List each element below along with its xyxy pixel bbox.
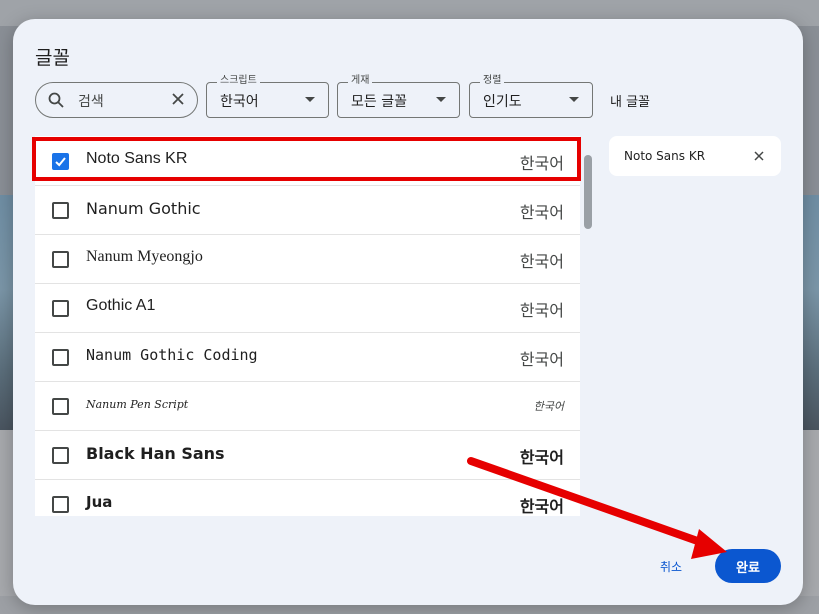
font-list-scrollbar[interactable]: [584, 155, 592, 229]
font-checkbox[interactable]: [52, 202, 69, 219]
chevron-down-icon: [569, 97, 579, 102]
font-language: 한국어: [519, 203, 564, 222]
font-checkbox[interactable]: [52, 398, 69, 415]
chevron-down-icon: [436, 97, 446, 102]
font-row-gothic-a1[interactable]: Gothic A1 한국어: [35, 283, 580, 333]
font-language: 한국어: [519, 497, 564, 516]
font-name: Jua: [86, 493, 113, 511]
font-name: Nanum Gothic Coding: [86, 346, 258, 364]
selected-font-name: Noto Sans KR: [624, 149, 706, 163]
font-name: Nanum Myeongjo: [86, 248, 203, 265]
font-checkbox[interactable]: [52, 251, 69, 268]
published-select-value: 모든 글꼴: [351, 94, 407, 110]
selection-highlight-annotation: [32, 137, 581, 181]
done-button[interactable]: 완료: [715, 549, 781, 583]
font-language: 한국어: [519, 301, 564, 320]
dialog-title: 글꼴: [35, 47, 70, 69]
font-name: Nanum Pen Script: [86, 398, 189, 411]
font-list: Noto Sans KR 한국어 Nanum Gothic 한국어 Nanum …: [35, 136, 580, 516]
font-checkbox[interactable]: [52, 300, 69, 317]
chevron-down-icon: [305, 97, 315, 102]
published-select-legend: 게재: [348, 75, 373, 87]
sort-select-legend: 정렬: [480, 75, 505, 87]
font-language: 한국어: [519, 350, 564, 369]
font-row-nanum-gothic-coding[interactable]: Nanum Gothic Coding 한국어: [35, 332, 580, 382]
published-select[interactable]: 게재 모든 글꼴: [337, 75, 460, 118]
font-name: Nanum Gothic: [86, 199, 201, 218]
script-select-value: 한국어: [220, 94, 259, 110]
selected-font-chip: Noto Sans KR: [609, 136, 781, 176]
font-row-nanum-pen-script[interactable]: Nanum Pen Script 한국어: [35, 381, 580, 431]
font-name: Gothic A1: [86, 297, 156, 314]
my-fonts-label: 내 글꼴: [610, 95, 651, 110]
font-checkbox[interactable]: [52, 496, 69, 513]
clear-icon[interactable]: [170, 91, 186, 107]
font-dialog: 글꼴 검색 스크립트 한국어 게재 모든 글꼴 정렬 인기도 내 글꼴 Noto…: [13, 19, 803, 605]
font-checkbox[interactable]: [52, 349, 69, 366]
sort-select[interactable]: 정렬 인기도: [469, 75, 593, 118]
font-name: Black Han Sans: [86, 444, 225, 463]
search-input[interactable]: 검색: [35, 82, 198, 118]
font-row-black-han-sans[interactable]: Black Han Sans 한국어: [35, 430, 580, 480]
sort-select-value: 인기도: [483, 94, 522, 110]
script-select[interactable]: 스크립트 한국어: [206, 75, 329, 118]
search-icon: [48, 92, 64, 108]
font-row-nanum-gothic[interactable]: Nanum Gothic 한국어: [35, 185, 580, 235]
script-select-legend: 스크립트: [217, 75, 260, 87]
font-row-jua[interactable]: Jua 한국어: [35, 479, 580, 516]
font-language: 한국어: [519, 254, 564, 271]
search-placeholder: 검색: [78, 94, 104, 110]
font-row-nanum-myeongjo[interactable]: Nanum Myeongjo 한국어: [35, 234, 580, 284]
close-icon[interactable]: [753, 150, 765, 162]
font-checkbox[interactable]: [52, 447, 69, 464]
font-language: 한국어: [533, 400, 564, 413]
font-language: 한국어: [519, 448, 564, 467]
cancel-button[interactable]: 취소: [660, 558, 682, 575]
